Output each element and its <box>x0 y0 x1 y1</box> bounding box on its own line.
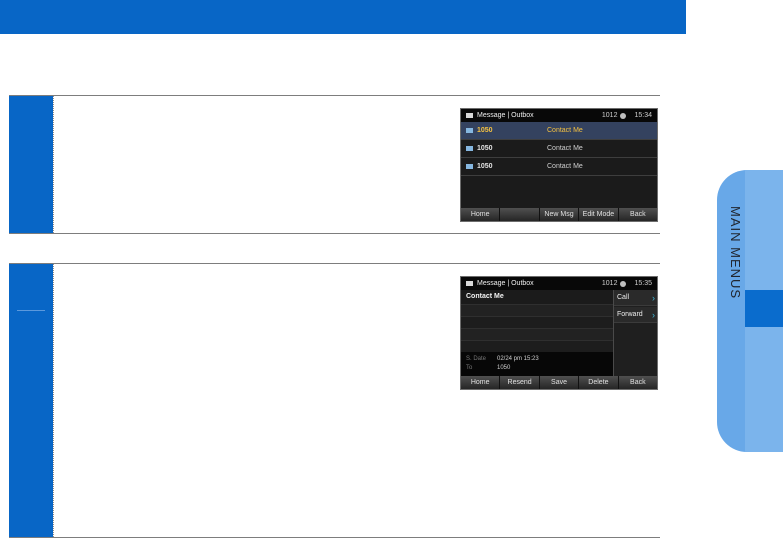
forward-menu-item[interactable]: Forward › <box>614 307 657 323</box>
resend-softkey[interactable]: Resend <box>500 376 540 389</box>
screen-title: Message | Outbox <box>477 112 534 119</box>
chevron-right-icon: › <box>652 309 655 320</box>
forward-label: Forward <box>617 311 643 318</box>
message-row[interactable]: 1050 Contact Me <box>461 158 657 176</box>
step2-tab-line <box>17 310 45 311</box>
back-softkey[interactable]: Back <box>618 208 657 221</box>
clock-time: 15:34 <box>634 112 652 119</box>
status-bar: Message | Outbox 1012 15:35 <box>461 277 657 290</box>
to-value: 1050 <box>497 365 511 371</box>
outbox-list-screen: Message | Outbox 1012 15:34 1050 Contact… <box>460 108 658 222</box>
side-tab-active-marker <box>745 290 783 327</box>
softkey-bar: Home New Msg Edit Mode Back <box>461 208 657 221</box>
sent-date-label: S. Date <box>466 356 487 362</box>
option-menu: Call › Forward › <box>613 290 657 376</box>
call-menu-item[interactable]: Call › <box>614 290 657 306</box>
message-info-footer: S. Date 02/24 pm 15:23 To 1050 <box>461 352 613 376</box>
save-softkey[interactable]: Save <box>539 376 580 389</box>
sent-date-row: S. Date 02/24 pm 15:23 <box>466 356 539 362</box>
person-icon <box>620 280 627 287</box>
envelope-icon <box>466 113 473 118</box>
message-text: Contact Me <box>547 163 583 170</box>
status-bar: Message | Outbox 1012 15:34 <box>461 109 657 122</box>
step1-tab <box>9 96 53 233</box>
message-number: 1050 <box>477 163 493 170</box>
message-icon <box>466 164 473 169</box>
side-tab-label: MAIN MENUS <box>728 206 743 300</box>
step1-top-divider <box>9 95 660 96</box>
extension-number: 1012 <box>601 280 618 287</box>
message-text: Contact Me <box>547 127 583 134</box>
message-icon <box>466 128 473 133</box>
softkey-bar: Home Resend Save Delete Back <box>461 376 657 389</box>
clock-time: 15:35 <box>634 280 652 287</box>
message-number: 1050 <box>477 127 493 134</box>
blank-softkey[interactable] <box>500 208 540 221</box>
back-softkey[interactable]: Back <box>618 376 657 389</box>
message-icon <box>466 146 473 151</box>
to-label: To <box>466 365 473 371</box>
person-icon <box>620 112 627 119</box>
step2-top-divider <box>9 263 660 264</box>
new-msg-softkey[interactable]: New Msg <box>539 208 580 221</box>
sent-date-value: 02/24 pm 15:23 <box>497 356 539 362</box>
call-label: Call <box>617 294 630 301</box>
envelope-icon <box>466 281 473 286</box>
outbox-detail-screen: Message | Outbox 1012 15:35 Contact Me S… <box>460 276 658 390</box>
step1-dotted-divider <box>53 96 54 233</box>
message-number: 1050 <box>477 145 493 152</box>
screen-title: Message | Outbox <box>477 280 534 287</box>
step2-tab <box>9 264 53 537</box>
message-row[interactable]: 1050 Contact Me <box>461 122 657 140</box>
home-softkey[interactable]: Home <box>461 376 501 389</box>
message-row[interactable]: 1050 Contact Me <box>461 140 657 158</box>
recipient-row: To 1050 <box>466 365 510 371</box>
chevron-right-icon: › <box>652 292 655 303</box>
top-header-bar <box>0 0 686 34</box>
delete-softkey[interactable]: Delete <box>579 376 619 389</box>
message-text: Contact Me <box>547 145 583 152</box>
message-detail-area: Contact Me S. Date 02/24 pm 15:23 To 105… <box>461 290 613 376</box>
message-title: Contact Me <box>466 293 504 300</box>
step1-bottom-divider <box>9 233 660 234</box>
extension-number: 1012 <box>601 112 618 119</box>
edit-mode-softkey[interactable]: Edit Mode <box>579 208 619 221</box>
home-softkey[interactable]: Home <box>461 208 501 221</box>
step2-dotted-divider <box>53 264 54 537</box>
